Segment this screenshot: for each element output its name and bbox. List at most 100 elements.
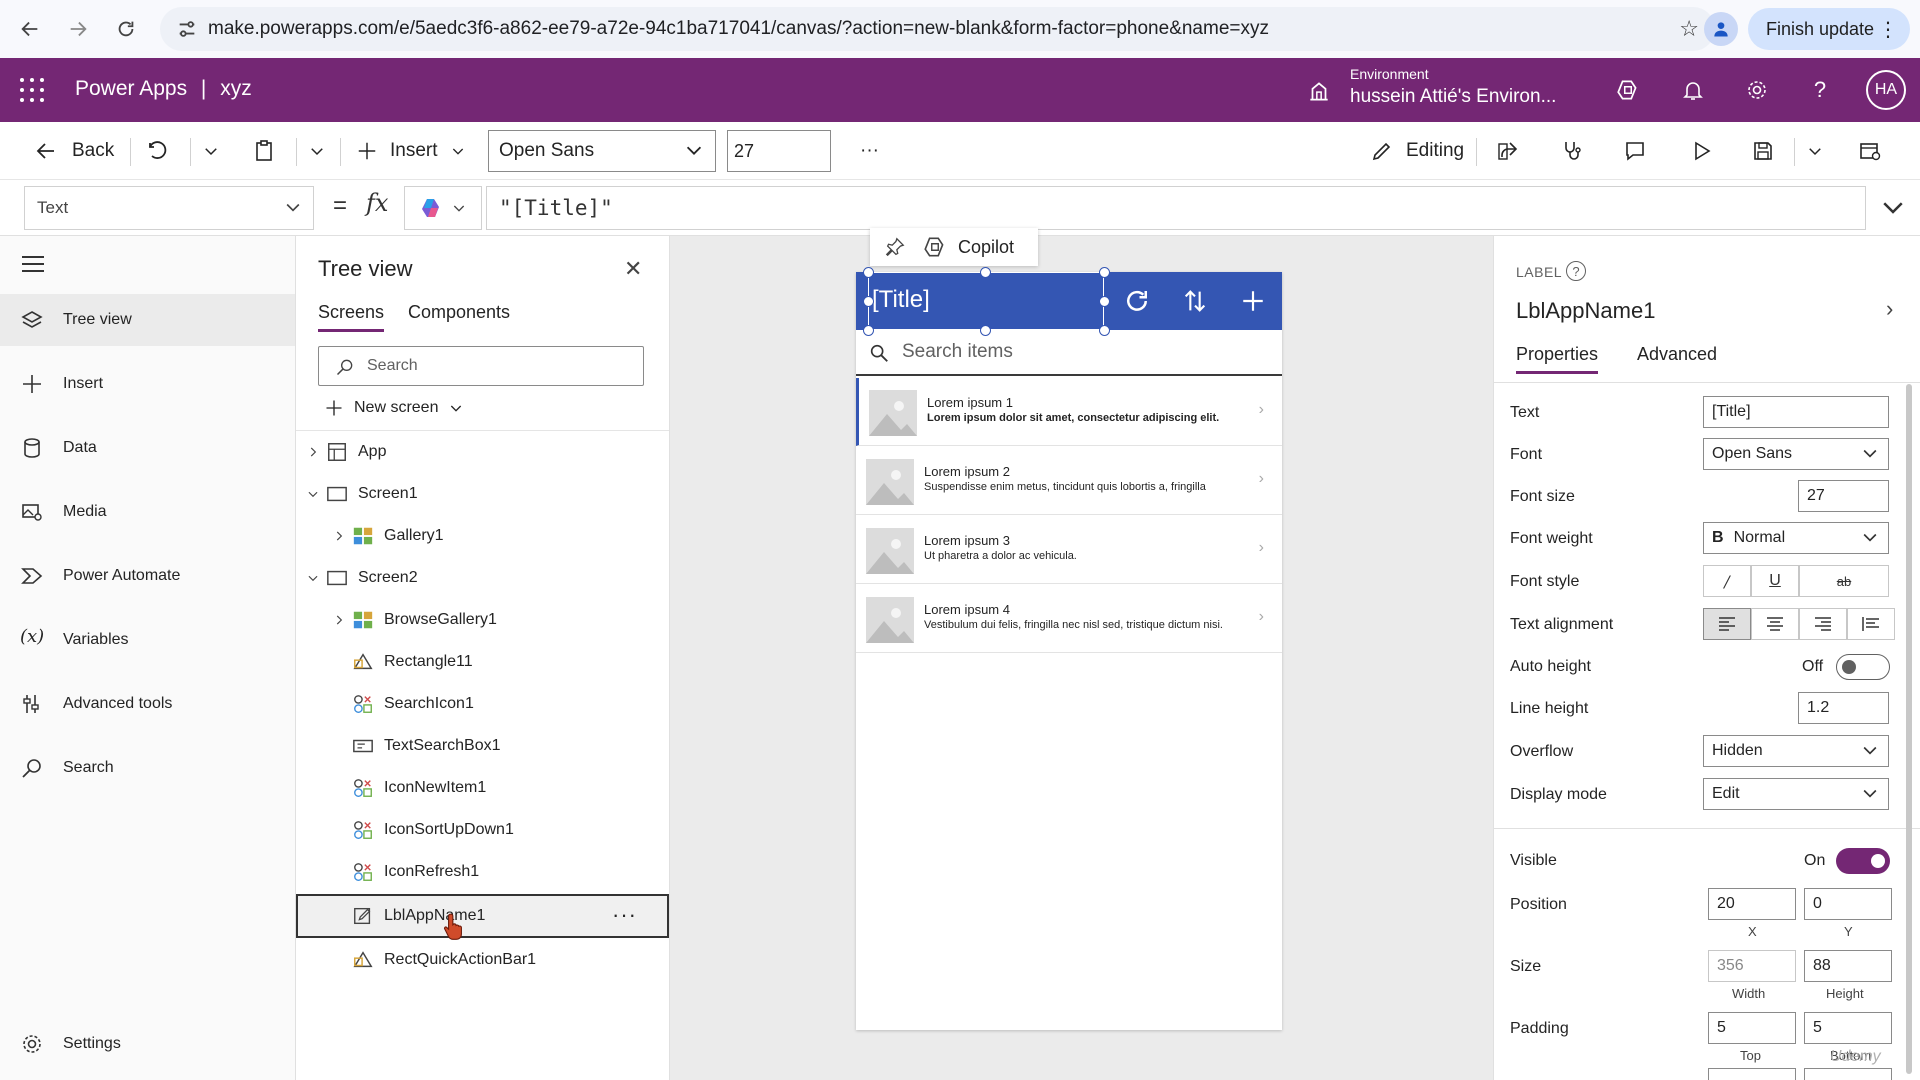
strikethrough-button[interactable]: ab [1799, 565, 1889, 597]
nav-data[interactable]: Data [0, 422, 295, 474]
properties-scrollbar[interactable] [1906, 384, 1912, 1074]
align-right-button[interactable] [1799, 608, 1847, 640]
notifications-bell-icon[interactable] [1679, 76, 1707, 104]
auto-height-toggle[interactable] [1836, 654, 1890, 680]
environment-name[interactable]: hussein Attié's Environ... [1350, 86, 1556, 108]
gallery-item[interactable]: Lorem ipsum 2 Suspendisse enim metus, ti… [856, 447, 1282, 515]
font-size-field[interactable]: 27 [1798, 480, 1889, 512]
font-dropdown[interactable]: Open Sans [1703, 438, 1889, 470]
padding-right-field[interactable] [1804, 1068, 1892, 1080]
copilot-formula-button[interactable] [404, 186, 482, 230]
paste-button[interactable] [252, 134, 276, 168]
app-launcher-icon[interactable] [20, 78, 44, 102]
undo-button[interactable] [146, 134, 170, 168]
align-center-button[interactable] [1751, 608, 1799, 640]
chevron-right-icon[interactable] [332, 529, 346, 543]
size-height-field[interactable]: 88 [1804, 950, 1892, 982]
overflow-dropdown[interactable]: Hidden [1703, 735, 1889, 767]
tab-advanced[interactable]: Advanced [1637, 344, 1717, 371]
nav-media[interactable]: Media [0, 486, 295, 538]
chevron-right-icon[interactable]: › [1259, 401, 1264, 419]
tree-node-icon[interactable]: IconNewItem1 [296, 768, 669, 808]
chevron-down-icon[interactable] [306, 487, 320, 501]
copilot-header-icon[interactable] [1614, 76, 1642, 104]
font-weight-dropdown[interactable]: B Normal [1703, 522, 1889, 554]
site-settings-icon[interactable] [176, 18, 198, 40]
visible-toggle[interactable] [1836, 848, 1890, 874]
paste-dropdown-chevron-icon[interactable] [308, 134, 326, 168]
pin-icon[interactable] [884, 236, 906, 258]
nav-variables[interactable]: (x) Variables [0, 614, 295, 666]
resize-handle[interactable] [863, 296, 874, 307]
tree-node-screen[interactable]: Screen2 [296, 558, 669, 598]
sort-up-down-icon[interactable] [1178, 284, 1212, 318]
phone-screen[interactable]: [Title] Search items Lorem ipsum 1 Lorem… [856, 267, 1282, 1030]
settings-gear-icon[interactable] [1743, 76, 1771, 104]
browser-profile-icon[interactable] [1704, 12, 1738, 46]
font-dropdown[interactable]: Open Sans [488, 130, 716, 172]
publish-button[interactable] [1858, 134, 1882, 168]
tree-node-app[interactable]: App [296, 432, 669, 472]
property-dropdown[interactable]: Text [24, 186, 314, 230]
underline-button[interactable]: U [1751, 565, 1799, 597]
tree-node-icon[interactable]: SearchIcon1 [296, 684, 669, 724]
chevron-right-icon[interactable]: › [1886, 296, 1893, 322]
resize-handle[interactable] [863, 267, 874, 278]
nav-tree-view[interactable]: Tree view [0, 294, 295, 346]
search-items-input[interactable]: Search items [856, 330, 1282, 376]
add-item-icon[interactable] [1236, 284, 1270, 318]
back-button[interactable]: Back [34, 134, 114, 168]
save-button[interactable] [1751, 134, 1775, 168]
copilot-button-label[interactable]: Copilot [958, 237, 1014, 258]
environment-icon[interactable] [1306, 78, 1332, 104]
tree-search-input[interactable]: Search [318, 346, 644, 386]
chevron-down-icon[interactable] [306, 571, 320, 585]
tree-node-gallery[interactable]: Gallery1 [296, 516, 669, 556]
browser-reload-icon[interactable] [104, 7, 148, 51]
comments-button[interactable] [1623, 134, 1647, 168]
padding-top-field[interactable]: 5 [1708, 1012, 1796, 1044]
new-screen-button[interactable]: New screen [324, 398, 464, 418]
chevron-right-icon[interactable]: › [1259, 539, 1264, 557]
tab-screens[interactable]: Screens [318, 302, 385, 332]
browser-forward-icon[interactable] [56, 7, 100, 51]
refresh-icon[interactable] [1120, 284, 1154, 318]
chevron-right-icon[interactable] [332, 613, 346, 627]
nav-power-automate[interactable]: Power Automate [0, 550, 295, 602]
file-name[interactable]: xyz [220, 77, 252, 100]
user-avatar[interactable]: HA [1866, 70, 1906, 110]
position-y-field[interactable]: 0 [1804, 888, 1892, 920]
close-icon[interactable]: ✕ [624, 256, 642, 282]
italic-button[interactable]: / [1703, 565, 1751, 597]
tree-node-label-control[interactable]: LblAppName1 ··· [296, 894, 669, 940]
position-x-field[interactable]: 20 [1708, 888, 1796, 920]
gallery-item[interactable]: Lorem ipsum 1 Lorem ipsum dolor sit amet… [856, 378, 1282, 446]
tree-node-text-input[interactable]: TextSearchBox1 [296, 726, 669, 766]
address-bar[interactable]: make.powerapps.com/e/5aedc3f6-a862-ee79-… [160, 7, 1715, 51]
insert-button[interactable]: Insert [356, 134, 466, 168]
chevron-right-icon[interactable]: › [1259, 470, 1264, 488]
nav-search[interactable]: Search [0, 742, 295, 794]
save-dropdown-chevron-icon[interactable] [1806, 134, 1824, 168]
control-name[interactable]: LblAppName1 [1516, 298, 1655, 324]
finish-update-button[interactable]: Finish update ⋮ [1748, 8, 1910, 50]
tree-node-screen[interactable]: Screen1 [296, 474, 669, 514]
tree-node-gallery[interactable]: BrowseGallery1 [296, 600, 669, 640]
padding-bottom-field[interactable]: 5 [1804, 1012, 1892, 1044]
tree-node-icon[interactable]: IconRefresh1 [296, 852, 669, 892]
rect-quick-action-bar[interactable]: [Title] [856, 267, 1282, 336]
font-size-input[interactable]: 27 [727, 130, 831, 172]
app-checker-button[interactable] [1560, 134, 1584, 168]
nav-insert[interactable]: Insert [0, 358, 295, 410]
expand-formula-chevron-icon[interactable] [1878, 192, 1908, 222]
share-button[interactable] [1496, 134, 1520, 168]
editing-mode-button[interactable]: Editing [1370, 134, 1464, 168]
nav-advanced-tools[interactable]: Advanced tools [0, 678, 295, 730]
browser-back-icon[interactable] [8, 7, 52, 51]
chevron-right-icon[interactable]: › [1259, 608, 1264, 626]
align-left-button[interactable] [1703, 608, 1751, 640]
more-commands-button[interactable]: ··· [860, 134, 879, 168]
padding-left-field[interactable] [1708, 1068, 1796, 1080]
browser-menu-icon[interactable]: ⋮ [1878, 17, 1898, 42]
hamburger-menu-icon[interactable] [22, 256, 44, 274]
